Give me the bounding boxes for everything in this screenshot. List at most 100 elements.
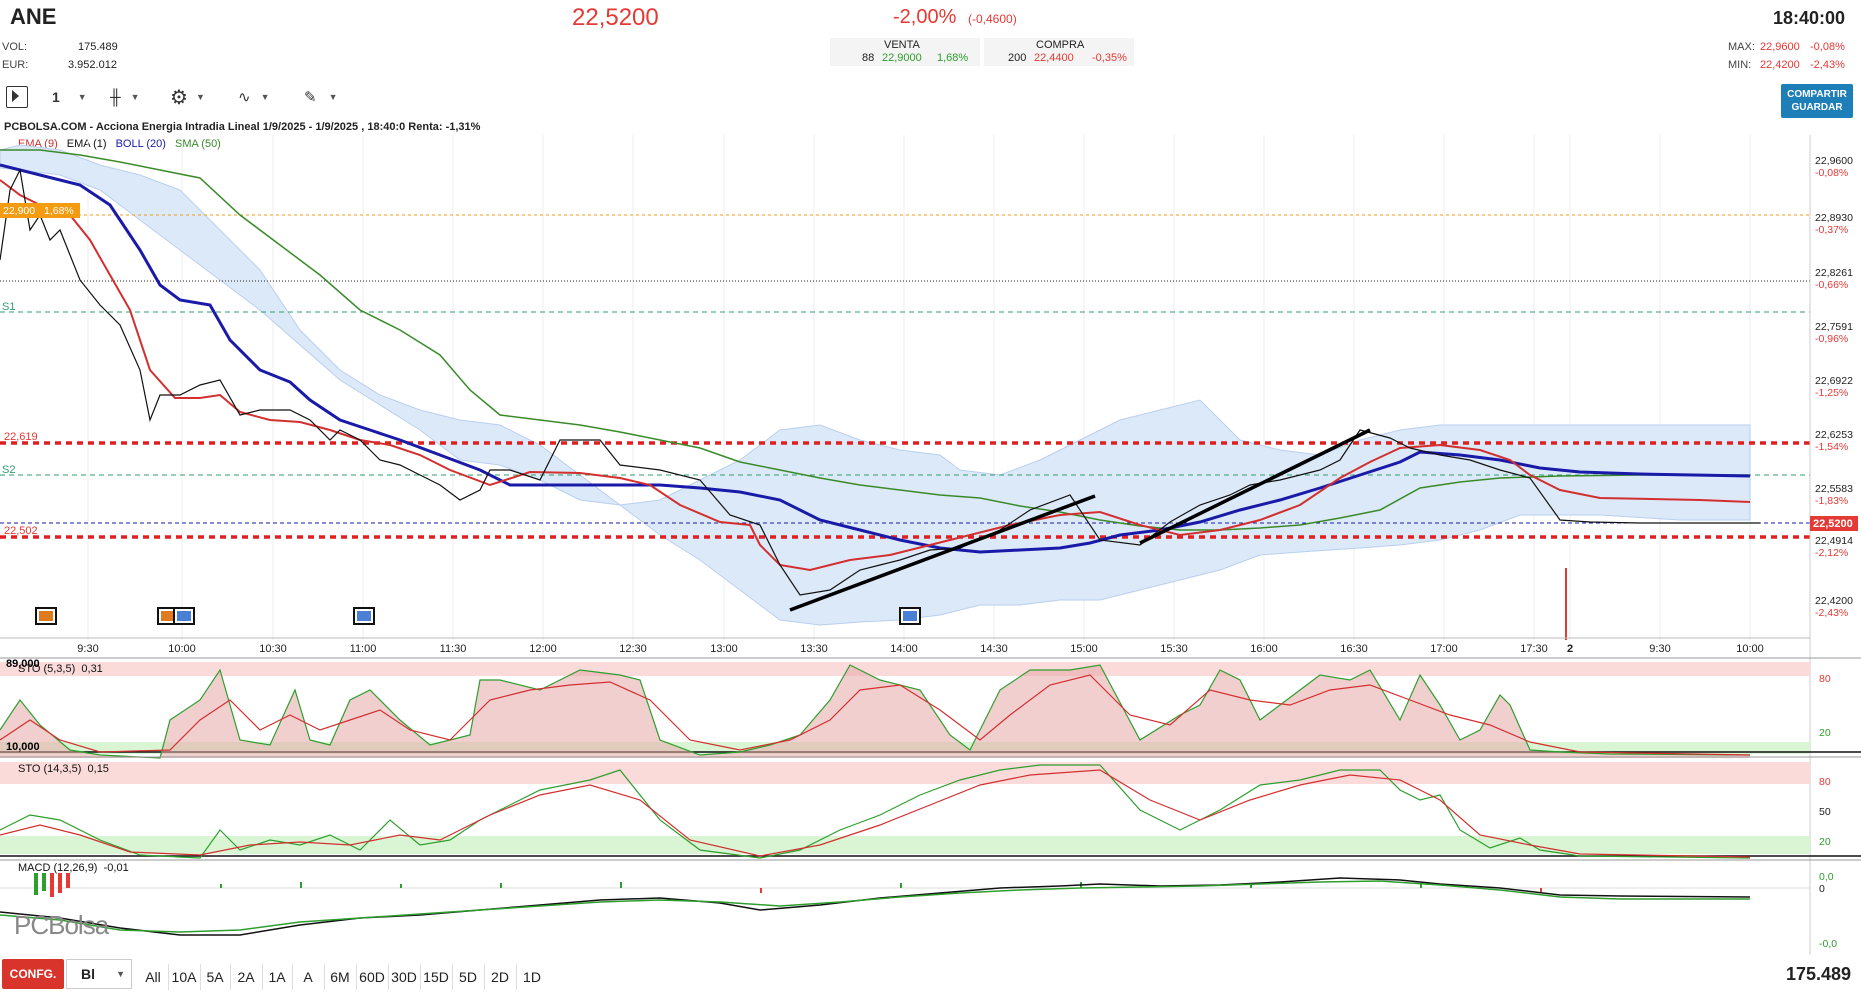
axis-tick: 22,8930 <box>1815 212 1853 224</box>
svg-text:22,900: 22,900 <box>3 205 35 217</box>
period-30d[interactable]: 30D <box>388 964 421 990</box>
s2-label: S2 <box>2 464 15 476</box>
axis-tick: 22,6922 <box>1815 375 1853 387</box>
svg-text:-1,25%: -1,25% <box>1815 387 1848 399</box>
svg-text:9:30: 9:30 <box>77 643 98 655</box>
sto1-label: STO (5,3,5) 0,31 <box>18 663 103 675</box>
config-button[interactable]: CONFG. <box>2 959 64 989</box>
share-save-button[interactable]: COMPARTIR GUARDAR <box>1781 84 1853 118</box>
svg-text:20: 20 <box>1819 727 1831 739</box>
chevron-down-icon: ▼ <box>195 92 205 102</box>
chart-type-select[interactable]: ╫ ▼ <box>110 84 140 110</box>
period-1d[interactable]: 1D <box>516 964 548 990</box>
sto1-value: 0,31 <box>81 663 103 675</box>
svg-text:-0,66%: -0,66% <box>1815 279 1848 291</box>
period-a[interactable]: A <box>292 964 325 990</box>
chevron-down-icon: ▼ <box>328 92 338 102</box>
period-5a[interactable]: 5A <box>200 964 231 990</box>
compra-qty: 200 <box>1008 52 1027 64</box>
svg-text:0: 0 <box>1819 883 1825 895</box>
sto1-pane: 89,000 10,000 80 20 <box>0 657 1861 759</box>
last-price: 22,5200 <box>572 4 659 31</box>
change-absolute: (-0,4600) <box>968 12 1017 26</box>
svg-text:11:30: 11:30 <box>440 643 467 655</box>
period-5d[interactable]: 5D <box>452 964 485 990</box>
drawing-tools-select[interactable]: ✎ ▼ <box>304 84 338 110</box>
period-2d[interactable]: 2D <box>484 964 517 990</box>
settings-select[interactable]: ⚙ ▼ <box>170 84 205 110</box>
macd-value: -0,01 <box>103 862 129 874</box>
venta-box: VENTA 88 22,9000 1,68% <box>830 38 980 66</box>
svg-text:12:00: 12:00 <box>529 643 557 655</box>
panel-toggle-icon <box>6 86 28 108</box>
period-2a[interactable]: 2A <box>230 964 263 990</box>
max-label: MAX: <box>1728 41 1755 53</box>
venta-qty: 88 <box>862 52 875 64</box>
sto1-name: STO (5,3,5) <box>18 663 76 675</box>
svg-text:14:30: 14:30 <box>980 643 1008 655</box>
period-10a[interactable]: 10A <box>168 964 201 990</box>
toggle-panel-button[interactable] <box>6 84 28 110</box>
period-15d[interactable]: 15D <box>420 964 453 990</box>
svg-text:16:00: 16:00 <box>1250 643 1278 655</box>
svg-text:-0,08%: -0,08% <box>1815 167 1848 179</box>
period-all[interactable]: All <box>138 964 169 990</box>
chevron-down-icon: ▼ <box>116 969 125 979</box>
chevron-down-icon: ▼ <box>260 92 270 102</box>
max-pct: -0,08% <box>1810 41 1845 53</box>
save-label: GUARDAR <box>1791 102 1843 113</box>
macd-histogram <box>34 873 1542 897</box>
quote-time: 18:40:00 <box>1773 8 1846 28</box>
svg-text:9:30: 9:30 <box>1649 643 1670 655</box>
min-pct: -2,43% <box>1810 59 1845 71</box>
compra-label: COMPRA <box>1036 39 1085 51</box>
svg-text:-0,96%: -0,96% <box>1815 333 1848 345</box>
mode-select[interactable]: Bl ▼ <box>66 959 132 989</box>
svg-text:17:00: 17:00 <box>1430 643 1458 655</box>
svg-text:-2,43%: -2,43% <box>1815 607 1848 619</box>
chart-title: PCBOLSA.COM - Acciona Energia Intradia L… <box>4 121 481 133</box>
right-axis: 22,9600-0,08% 22,8930-0,37% 22,8261-0,66… <box>1815 155 1853 619</box>
interval-select[interactable]: 1 ▼ <box>52 84 87 110</box>
axis-tick: 22,8261 <box>1815 267 1853 279</box>
compra-box: COMPRA 200 22,4400 -0,35% <box>984 38 1134 66</box>
svg-text:22,5200: 22,5200 <box>1813 518 1853 530</box>
svg-text:80: 80 <box>1819 673 1831 685</box>
mode-value: Bl <box>81 966 95 982</box>
svg-text:15:00: 15:00 <box>1070 643 1098 655</box>
venta-price: 22,9000 <box>882 52 922 64</box>
volume-label: VOL: <box>2 41 28 53</box>
svg-text:-1,54%: -1,54% <box>1815 441 1848 453</box>
period-6m[interactable]: 6M <box>324 964 357 990</box>
macd-label: MACD (12,26,9) -0,01 <box>18 862 129 874</box>
eur-label: EUR: <box>2 59 29 71</box>
indicators-select[interactable]: ∿ ▼ <box>238 84 270 110</box>
svg-text:11:00: 11:00 <box>350 643 377 655</box>
svg-text:13:30: 13:30 <box>800 643 828 655</box>
period-60d[interactable]: 60D <box>356 964 389 990</box>
price-chart[interactable]: 22,9600-0,08% 22,8930-0,37% 22,8261-0,66… <box>0 135 1861 955</box>
volume-value: 175.489 <box>78 41 118 53</box>
svg-text:14:00: 14:00 <box>890 643 918 655</box>
interval-value: 1 <box>52 89 60 105</box>
sto2-pane: 80 50 20 <box>0 756 1861 859</box>
sto2-value: 0,15 <box>87 763 109 775</box>
pcbolsa-logo: PCBolsa <box>14 910 109 940</box>
svg-text:16:30: 16:30 <box>1340 643 1368 655</box>
share-label: COMPARTIR <box>1787 89 1847 100</box>
svg-text:80: 80 <box>1819 776 1831 788</box>
s1-label: S1 <box>2 301 15 313</box>
axis-tick: 22,7591 <box>1815 321 1853 333</box>
min-value: 22,4200 <box>1760 59 1800 71</box>
svg-text:-0,37%: -0,37% <box>1815 224 1848 236</box>
sto2-label: STO (14,3,5) 0,15 <box>18 763 109 775</box>
chevron-down-icon: ▼ <box>77 92 87 102</box>
svg-text:-1,83%: -1,83% <box>1815 495 1848 507</box>
macd-pane: 0,0 0 -0,0 <box>0 859 1861 950</box>
svg-text:2: 2 <box>1567 643 1573 655</box>
axis-tick: 22,9600 <box>1815 155 1853 167</box>
r1-label: 22,619 <box>4 431 38 443</box>
period-1a[interactable]: 1A <box>262 964 293 990</box>
svg-text:1,68%: 1,68% <box>44 205 74 217</box>
svg-text:17:30: 17:30 <box>1520 643 1548 655</box>
